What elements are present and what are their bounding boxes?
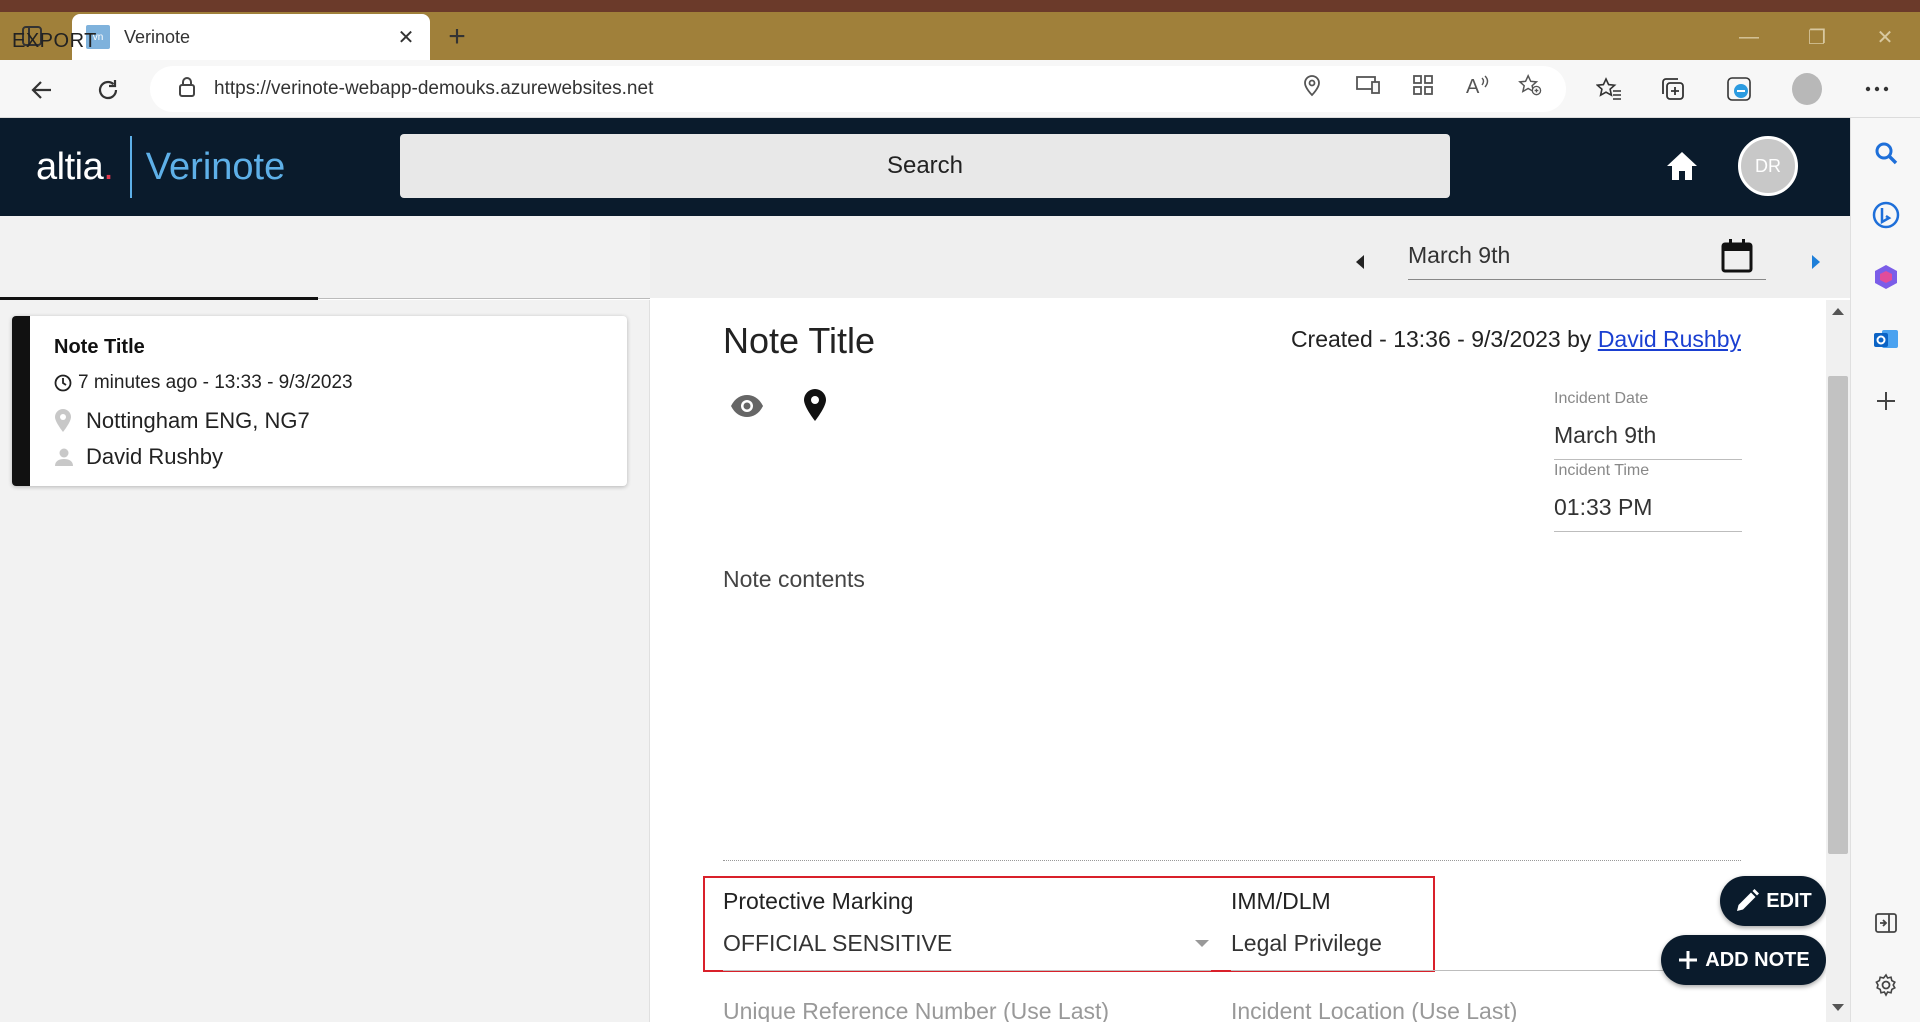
tab-divider <box>318 298 650 299</box>
imm-dlm-label: IMM/DLM <box>1231 888 1331 914</box>
scroll-up-icon[interactable] <box>1832 308 1844 315</box>
logo-brand: altia <box>36 145 104 188</box>
protective-marking-select[interactable]: OFFICIAL SENSITIVE <box>723 930 952 957</box>
edit-label: EDIT <box>1766 889 1812 912</box>
search-input[interactable]: Search <box>400 134 1450 198</box>
logo-divider <box>129 136 132 198</box>
plus-icon <box>1679 951 1698 969</box>
lock-icon[interactable] <box>178 76 196 103</box>
note-list-pane: Note Title 7 minutes ago - 13:33 - 9/3/2… <box>0 300 650 1022</box>
page-title: Note Title <box>723 320 876 361</box>
altia-verinote-logo[interactable]: altia. Verinote <box>36 136 286 198</box>
address-bar: https://verinote-webapp-demouks.azureweb… <box>0 60 1920 118</box>
apps-icon[interactable] <box>1411 73 1435 97</box>
card-location-row: Nottingham ENG, NG7 <box>54 408 310 434</box>
pencil-icon <box>1737 889 1760 911</box>
scroll-down-icon[interactable] <box>1832 1004 1844 1011</box>
incident-time-underline <box>1554 531 1742 532</box>
plus-icon[interactable]: + <box>442 20 472 53</box>
app-header: altia. Verinote Search DR <box>0 118 1850 216</box>
logo-product: Verinote <box>145 145 286 188</box>
edge-icon[interactable] <box>1724 74 1754 104</box>
protective-marking-label: Protective Marking <box>723 888 914 914</box>
date-next-icon[interactable] <box>1808 252 1824 272</box>
incident-date-field[interactable]: March 9th <box>1554 422 1656 449</box>
svg-text:A: A <box>1466 76 1480 96</box>
eye-icon[interactable] <box>729 392 765 420</box>
section-divider <box>723 860 1741 861</box>
note-contents[interactable]: Note contents <box>723 566 865 593</box>
back-icon[interactable] <box>26 74 58 106</box>
calendar-icon[interactable] <box>1720 238 1754 274</box>
bing-icon[interactable] <box>1871 200 1901 230</box>
card-title: Note Title <box>54 336 145 358</box>
search-icon[interactable] <box>1871 138 1901 168</box>
edit-button[interactable]: EDIT <box>1720 876 1826 926</box>
date-picker-field[interactable]: March 9th <box>1408 236 1766 280</box>
card-author-row: David Rushby <box>54 444 223 470</box>
url-text: https://verinote-webapp-demouks.azureweb… <box>214 78 654 99</box>
tab-bar: vn Verinote ✕ + — ❐ ✕ <box>0 12 1920 60</box>
card-time-row: 7 minutes ago - 13:33 - 9/3/2023 <box>54 372 353 394</box>
scroll-thumb[interactable] <box>1828 376 1848 854</box>
avatar[interactable]: DR <box>1738 136 1798 196</box>
clock-icon <box>54 374 78 392</box>
more-icon[interactable] <box>1862 74 1892 104</box>
window-close-icon[interactable]: ✕ <box>1870 22 1900 52</box>
card-accent <box>12 316 30 486</box>
incident-date-underline <box>1554 459 1742 460</box>
card-location: Nottingham ENG, NG7 <box>86 408 310 433</box>
logo-dot: . <box>103 145 114 188</box>
add-favorite-icon[interactable] <box>1518 73 1542 97</box>
list-item[interactable]: Note Title 7 minutes ago - 13:33 - 9/3/2… <box>12 316 627 486</box>
location-pin-icon <box>54 409 86 433</box>
split-screen-icon[interactable] <box>1871 908 1901 938</box>
add-note-label: ADD NOTE <box>1705 948 1810 971</box>
settings-icon[interactable] <box>1871 970 1901 1000</box>
close-icon[interactable]: ✕ <box>396 25 416 50</box>
scrollbar[interactable] <box>1826 300 1850 1022</box>
left-pane-header <box>0 216 650 298</box>
url-field[interactable]: https://verinote-webapp-demouks.azureweb… <box>150 66 1566 112</box>
map-pin-icon[interactable] <box>801 388 829 422</box>
incident-time-label: Incident Time <box>1554 462 1650 479</box>
created-info: Created - 13:36 - 9/3/2023 by David Rush… <box>1291 326 1741 353</box>
tab-export[interactable]: EXPORT <box>12 30 97 53</box>
location-icon[interactable] <box>1300 73 1324 97</box>
note-detail-pane: Note Title Created - 13:36 - 9/3/2023 by… <box>651 300 1825 1022</box>
chevron-down-icon[interactable] <box>1195 940 1209 947</box>
refresh-icon[interactable] <box>92 74 124 106</box>
card-time: 7 minutes ago - 13:33 - 9/3/2023 <box>78 372 353 393</box>
outlook-icon[interactable] <box>1871 324 1901 354</box>
add-note-button[interactable]: ADD NOTE <box>1661 935 1826 985</box>
minimize-icon[interactable]: — <box>1734 22 1764 52</box>
office-icon[interactable] <box>1871 262 1901 292</box>
profile-icon[interactable] <box>1792 73 1822 105</box>
urn-field[interactable]: Unique Reference Number (Use Last) <box>723 998 1109 1022</box>
tab-title: Verinote <box>124 26 191 47</box>
incident-location-field[interactable]: Incident Location (Use Last) <box>1231 998 1517 1022</box>
cast-icon[interactable] <box>1356 73 1380 97</box>
protective-marking-underline <box>723 970 1211 971</box>
incident-date-label: Incident Date <box>1554 390 1649 407</box>
imm-dlm-field[interactable]: Legal Privilege <box>1231 930 1382 957</box>
plus-icon[interactable] <box>1871 386 1901 416</box>
edge-sidebar <box>1850 118 1920 1022</box>
created-prefix: Created - 13:36 - 9/3/2023 by <box>1290 326 1598 352</box>
date-value: March 9th <box>1408 242 1511 268</box>
home-icon[interactable] <box>1665 150 1699 184</box>
browser-tab[interactable]: vn Verinote ✕ <box>72 14 430 60</box>
person-icon <box>54 447 86 467</box>
collections-icon[interactable] <box>1658 74 1688 104</box>
date-prev-icon[interactable] <box>1352 252 1368 272</box>
author-link[interactable]: David Rushby <box>1598 326 1741 352</box>
read-aloud-icon[interactable]: A <box>1465 73 1489 97</box>
favorites-icon[interactable] <box>1594 74 1624 104</box>
card-author: David Rushby <box>86 444 223 469</box>
restore-icon[interactable]: ❐ <box>1802 22 1832 52</box>
window-top-strip <box>0 0 1920 12</box>
incident-time-field[interactable]: 01:33 PM <box>1554 494 1652 521</box>
